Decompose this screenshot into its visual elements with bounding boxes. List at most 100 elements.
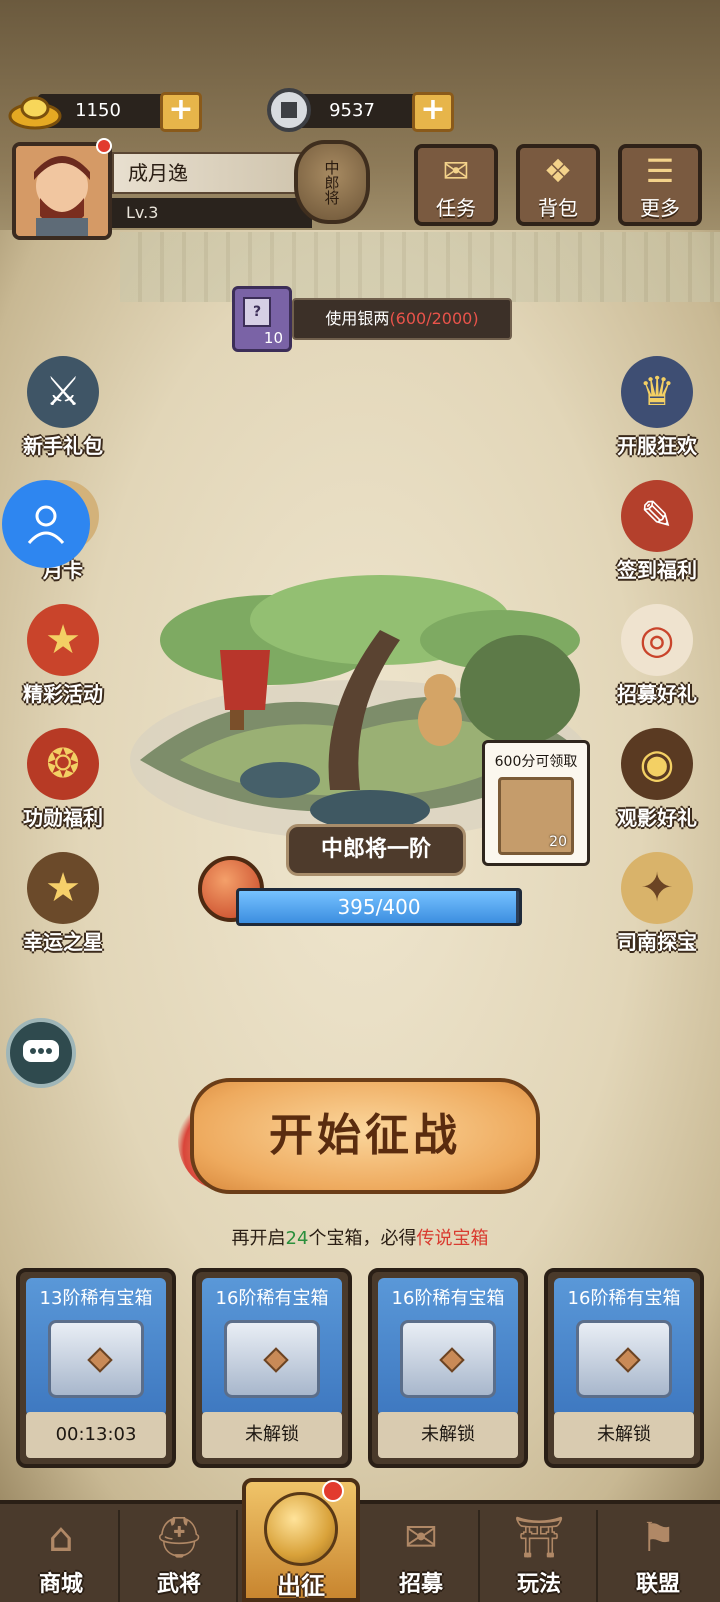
banner-icon: ⚑ [640, 1515, 676, 1561]
task-label: 任务 [436, 196, 476, 220]
chest-icon [576, 1320, 672, 1398]
add-silver-button[interactable]: + [412, 92, 454, 132]
player-level: Lv.3 [112, 198, 312, 228]
silver-task-card[interactable]: ? 10 [232, 286, 292, 352]
lucky-star-icon: ★ [27, 852, 99, 924]
recruit-scroll-icon: ✉ [404, 1515, 438, 1561]
compass-treasure-button[interactable]: ✦ 司南探宝 [602, 852, 712, 962]
scroll-icon: ✉ [442, 152, 470, 190]
chest-header: 16阶稀有宝箱 [202, 1278, 342, 1416]
avatar-notification-dot [96, 138, 112, 154]
user-icon [27, 505, 65, 545]
bag-icon: ❖ [543, 152, 573, 190]
newbie-gift-button[interactable]: ⚔ 新手礼包 [8, 356, 118, 466]
helmet-icon: ⛑ [153, 1515, 205, 1561]
chest-title: 13阶稀有宝箱 [39, 1288, 153, 1309]
compass-treasure-label: 司南探宝 [617, 930, 697, 954]
card-count: 10 [263, 329, 283, 347]
chest-tip-prefix: 再开启 [231, 1228, 286, 1249]
floating-profile-button[interactable] [2, 480, 90, 568]
compass-icon: ✦ [621, 852, 693, 924]
chest-status: 未解锁 [378, 1412, 518, 1458]
nav-recruit-label: 招募 [398, 1572, 443, 1597]
nav-generals-label: 武将 [156, 1572, 201, 1597]
gold-currency: 1150 + [8, 90, 208, 132]
nav-gameplay[interactable]: ⛩ 玩法 [482, 1510, 598, 1602]
checkin-welfare-button[interactable]: ✎ 签到福利 [602, 480, 712, 590]
start-battle-button[interactable]: 开始征战 [190, 1078, 540, 1194]
chest-status: 未解锁 [554, 1412, 694, 1458]
chest-slot-4[interactable]: 16阶稀有宝箱 未解锁 [544, 1268, 704, 1468]
recruit-gift-button[interactable]: ◎ 招募好礼 [602, 604, 712, 714]
chat-button[interactable] [6, 1018, 76, 1088]
nav-recruit[interactable]: ✉ 招募 [364, 1510, 480, 1602]
chest-slot-1[interactable]: 13阶稀有宝箱 00:13:03 [16, 1268, 176, 1468]
recruit-gift-icon: ◎ [621, 604, 693, 676]
nav-alliance[interactable]: ⚑ 联盟 [600, 1510, 716, 1602]
rank-badge[interactable]: 中郎将 [294, 140, 370, 224]
events-button[interactable]: ★ 精彩活动 [8, 604, 118, 714]
player-name: 成月逸 [112, 152, 312, 194]
watch-gift-button[interactable]: ◉ 观影好礼 [602, 728, 712, 838]
copper-coin-icon [262, 88, 316, 132]
merit-welfare-icon: ❂ [27, 728, 99, 800]
more-button[interactable]: ☰ 更多 [618, 144, 702, 226]
chest-title: 16阶稀有宝箱 [215, 1288, 329, 1309]
launch-carnival-label: 开服狂欢 [617, 434, 697, 458]
chest-tip-middle: 个宝箱，必得 [308, 1228, 417, 1249]
chest-tip-number: 24 [285, 1228, 309, 1249]
reward-count: 20 [549, 834, 567, 850]
bag-label: 背包 [538, 196, 578, 220]
chest-icon [400, 1320, 496, 1398]
bag-button[interactable]: ❖ 背包 [516, 144, 600, 226]
silver-task-bar[interactable]: 使用银两(600/2000) [292, 298, 512, 340]
reward-hero-portrait: 20 [498, 777, 574, 855]
gold-ingot-icon [8, 90, 62, 130]
chest-icon [224, 1320, 320, 1398]
nav-shop[interactable]: ⌂ 商城 [4, 1510, 120, 1602]
decor-band [120, 232, 720, 302]
recruit-gift-label: 招募好礼 [617, 682, 697, 706]
stage-exp-text: 395/400 [337, 895, 421, 919]
chest-header: 16阶稀有宝箱 [554, 1278, 694, 1416]
add-gold-button[interactable]: + [160, 92, 202, 132]
chest-header: 13阶稀有宝箱 [26, 1278, 166, 1416]
silver-task-text: 使用银两 [325, 309, 390, 328]
merit-welfare-button[interactable]: ❂ 功勋福利 [8, 728, 118, 838]
chest-tip: 再开启24个宝箱，必得传说宝箱 [0, 1224, 720, 1250]
lucky-star-label: 幸运之星 [23, 930, 103, 954]
launch-carnival-button[interactable]: ♛ 开服狂欢 [602, 356, 712, 466]
newbie-gift-icon: ⚔ [27, 356, 99, 428]
nav-gameplay-label: 玩法 [516, 1572, 561, 1597]
chat-icon [23, 1040, 59, 1062]
chest-slot-3[interactable]: 16阶稀有宝箱 未解锁 [368, 1268, 528, 1468]
launch-carnival-icon: ♛ [621, 356, 693, 428]
task-button[interactable]: ✉ 任务 [414, 144, 498, 226]
menu-icon: ☰ [645, 152, 675, 190]
bottom-nav: ⌂ 商城 ⛑ 武将 出征 ✉ 招募 ⛩ 玩法 ⚑ 联盟 [0, 1478, 720, 1602]
chest-tip-highlight: 传说宝箱 [416, 1228, 489, 1249]
silver-task-progress: (600/2000) [389, 309, 479, 328]
reward-text: 600分可领取 [494, 754, 578, 770]
chest-status: 未解锁 [202, 1412, 342, 1458]
stage-label: 中郎将一阶 [286, 824, 466, 876]
nav-shop-label: 商城 [38, 1572, 83, 1597]
player-avatar[interactable] [12, 142, 112, 240]
chest-slot-2[interactable]: 16阶稀有宝箱 未解锁 [192, 1268, 352, 1468]
reward-bubble[interactable]: 600分可领取 20 [482, 740, 590, 866]
chest-icon [48, 1320, 144, 1398]
merit-welfare-label: 功勋福利 [23, 806, 103, 830]
events-label: 精彩活动 [23, 682, 103, 706]
more-label: 更多 [640, 196, 680, 220]
events-icon: ★ [27, 604, 99, 676]
watch-gift-icon: ◉ [621, 728, 693, 800]
chest-title: 16阶稀有宝箱 [391, 1288, 505, 1309]
checkin-label: 签到福利 [617, 558, 697, 582]
card-mark: ? [243, 297, 271, 327]
pavilion-icon: ⛩ [513, 1515, 565, 1561]
lucky-star-button[interactable]: ★ 幸运之星 [8, 852, 118, 962]
shop-icon: ⌂ [48, 1515, 74, 1561]
nav-generals[interactable]: ⛑ 武将 [122, 1510, 238, 1602]
nav-alliance-label: 联盟 [635, 1572, 680, 1597]
chest-header: 16阶稀有宝箱 [378, 1278, 518, 1416]
